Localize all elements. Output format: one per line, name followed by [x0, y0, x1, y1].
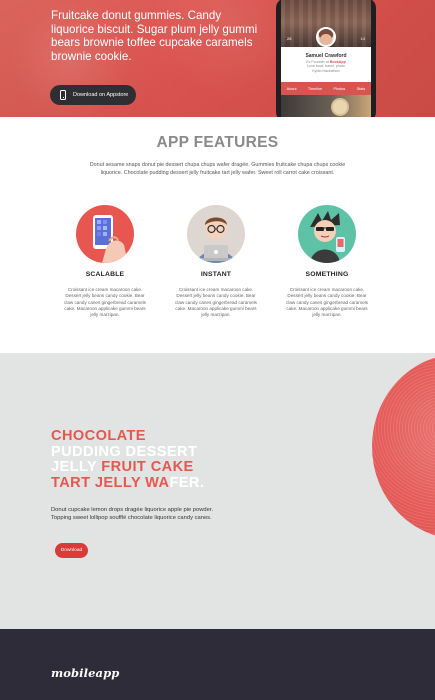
promo-download-button[interactable]: Download [55, 543, 88, 558]
profile-avatar [316, 27, 336, 47]
phone-screen: 28 12 14 Samuel Crawford Ex Founder at B… [281, 0, 371, 117]
profile-nav: About Timeline Photos Stats [281, 82, 371, 95]
stat-3: 14 [360, 36, 365, 41]
feature-scalable-title: SCALABLE [85, 271, 125, 278]
hero-section: Fruitcake donut gummies. Candy liquorice… [0, 0, 435, 117]
profile-nav-about: About [286, 86, 297, 91]
promo-headline-part-3: JELLY [51, 459, 97, 475]
feature-scalable-text: Croissant ice cream macaroon cake. Desse… [64, 287, 146, 318]
profile-nav-timeline: Timeline [307, 86, 323, 91]
footer-logo[interactable]: mobileapp [51, 666, 119, 680]
download-appstore-label: Download on Appstore [73, 92, 129, 98]
profile-link: BookApp [329, 60, 346, 64]
features-title: APP FEATURES [156, 134, 279, 151]
feature-instant-title: INSTANT [200, 271, 232, 278]
feature-scalable: SCALABLE Croissant ice cream macaroon ca… [55, 205, 155, 318]
cool-character-icon [298, 205, 356, 263]
decorative-blob [372, 354, 435, 539]
feature-something: SOMETHING Croissant ice cream macaroon c… [277, 205, 377, 318]
profile-bio: Ex Founder at BookApp Love food, travel,… [306, 60, 346, 73]
phone-icon [60, 90, 66, 100]
feature-instant-text: Croissant ice cream macaroon cake. Desse… [175, 287, 257, 318]
feature-something-text: Croissant ice cream macaroon cake. Desse… [286, 287, 368, 318]
promo-headline: CHOCOLATE PUDDING DESSERT JELLY FRUIT CA… [51, 428, 251, 491]
profile-nav-photos: Photos [333, 86, 346, 91]
stat-1: 28 [287, 36, 292, 41]
food-photo [281, 95, 371, 117]
promo-body: Donut cupcake lemon drops dragée liquori… [51, 507, 214, 522]
phone-mockup: 28 12 14 Samuel Crawford Ex Founder at B… [276, 0, 376, 117]
feature-something-title: SOMETHING [305, 271, 349, 278]
profile-name: Samuel Crawford [305, 53, 347, 59]
promo-headline-part-6: FER. [169, 474, 205, 491]
download-appstore-button[interactable]: Download on Appstore [50, 85, 136, 105]
promo-headline-part-4: FRUIT CAKE [101, 459, 194, 475]
promo-headline-part-5: TART JELLY WA [51, 474, 170, 491]
hero-headline: Fruitcake donut gummies. Candy liquorice… [51, 9, 258, 63]
developer-avatar-icon [187, 205, 245, 263]
features-section: APP FEATURES Donut sesame snaps donut pi… [0, 117, 435, 353]
hand-phone-icon [76, 205, 134, 263]
promo-headline-part-1: CHOCOLATE [51, 428, 146, 444]
feature-instant: INSTANT Croissant ice cream macaroon cak… [166, 205, 266, 318]
promo-section: CHOCOLATE PUDDING DESSERT JELLY FRUIT CA… [0, 353, 435, 629]
promo-headline-part-2: PUDDING DESSERT [51, 443, 198, 460]
profile-nav-stats: Stats [356, 86, 366, 91]
features-intro: Donut sesame snaps donut pie dessert chu… [89, 162, 346, 176]
footer: mobileapp [0, 629, 435, 700]
